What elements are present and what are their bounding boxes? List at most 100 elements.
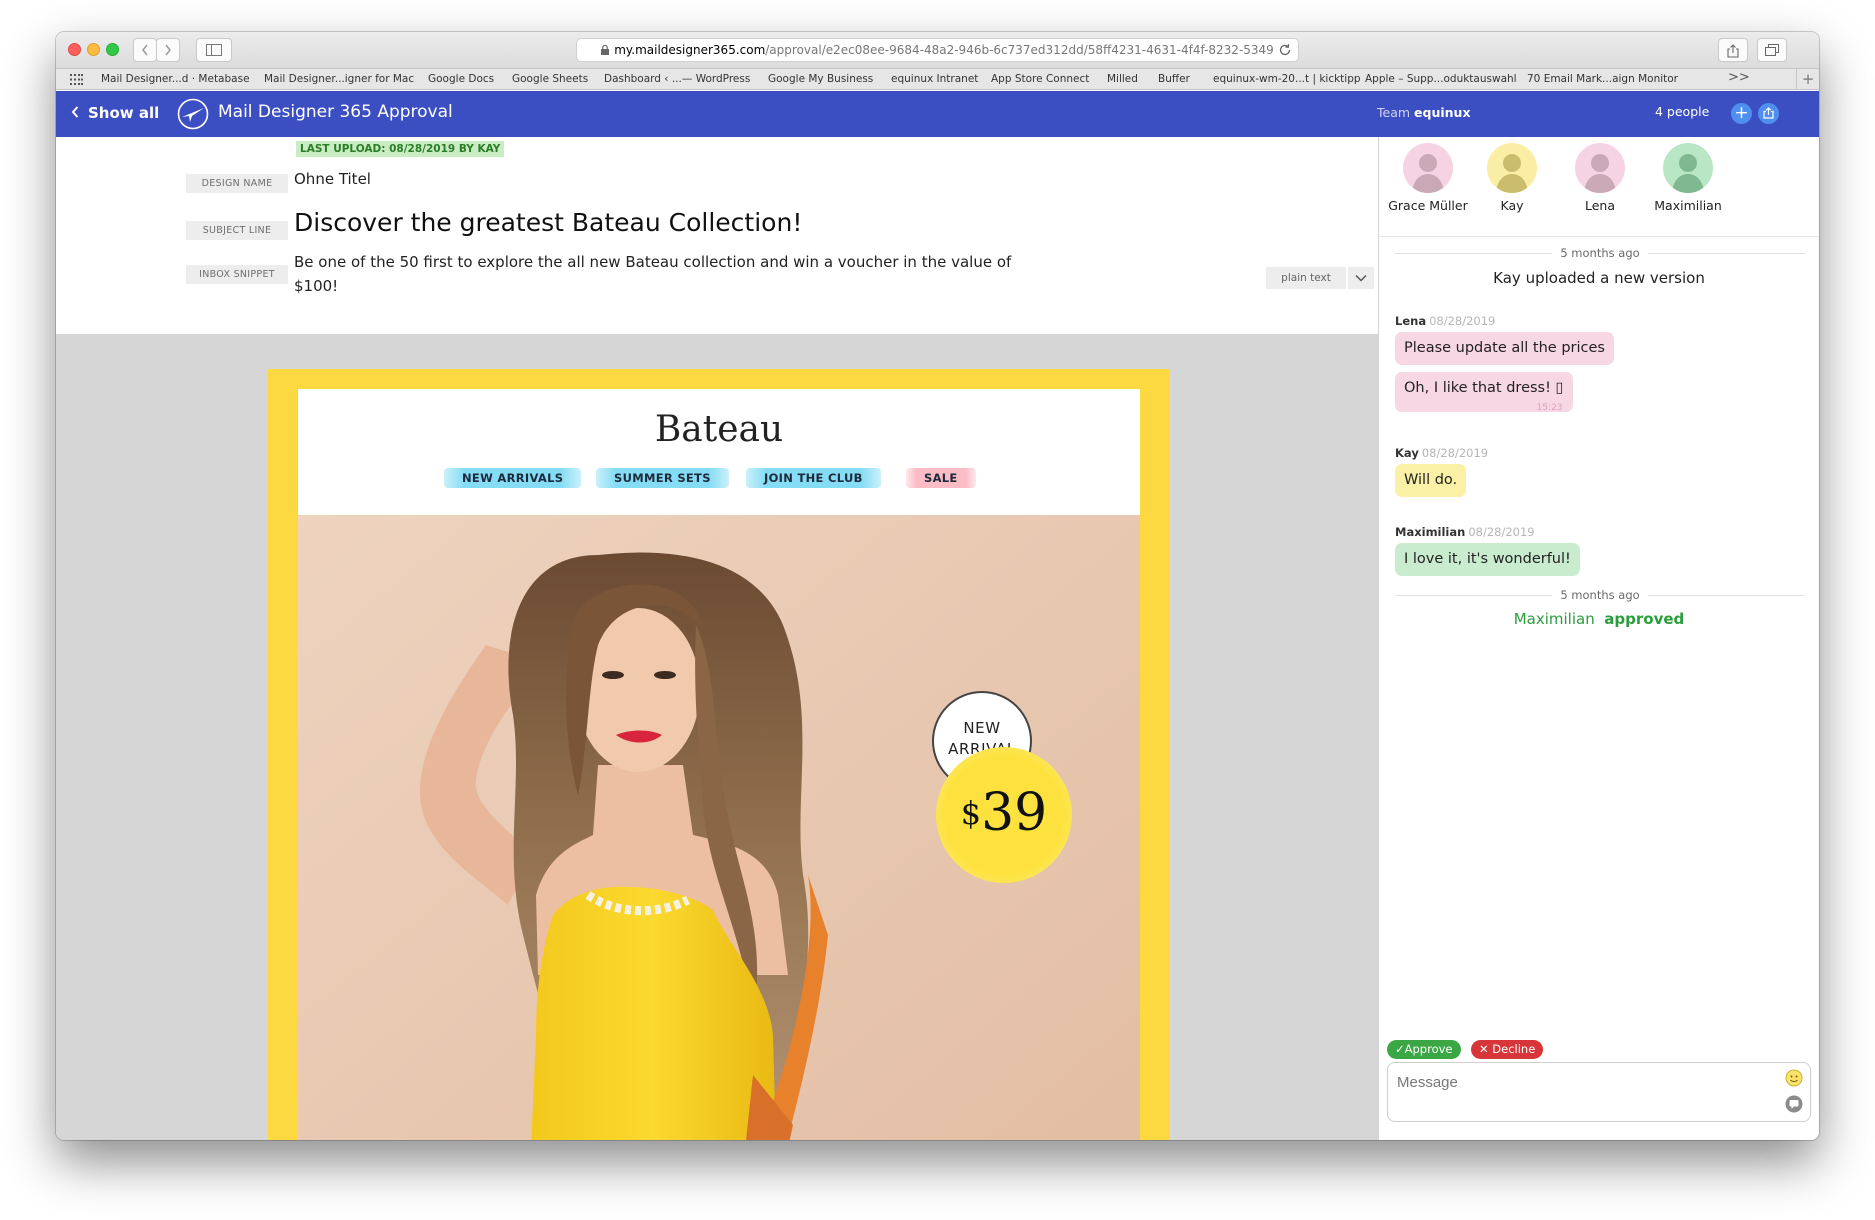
participant-grace[interactable]: Grace Müller [1383,143,1473,213]
approval-status: Maximilian approved [1379,610,1819,628]
chevron-left-icon [142,44,148,56]
sidebar-toggle-button[interactable] [196,38,232,62]
bookmark-item[interactable]: Buffer [1158,73,1190,85]
preview-mode-dropdown[interactable] [1348,267,1374,289]
email-header: Bateau NEW ARRIVALS SUMMER SETS JOIN THE… [298,389,1140,515]
zoom-window-button[interactable] [106,43,119,56]
message-date: 08/28/2019 [1429,314,1496,328]
show-all-button[interactable]: Show all [71,104,159,122]
participants-list: Grace Müller Kay Lena Maximilian [1379,137,1819,237]
approver-name: Maximilian [1513,610,1595,628]
avatar [1663,143,1713,193]
bookmark-item[interactable]: Milled [1107,73,1138,85]
plain-text-button[interactable]: plain text [1266,267,1346,289]
tabs-icon [1765,44,1779,56]
message-author: Maximilian 08/28/2019 [1395,525,1535,539]
separator-label: 5 months ago [1552,588,1648,602]
person-silhouette-icon [1496,154,1528,193]
bookmark-item[interactable]: 70 Email Mark...aign Monitor [1527,73,1678,85]
badge-line-new: NEW [963,719,1001,737]
email-preview-area[interactable]: Bateau NEW ARRIVALS SUMMER SETS JOIN THE… [56,335,1378,1140]
participant-lena[interactable]: Lena [1555,143,1645,213]
price-currency: $ [960,794,982,832]
person-silhouette-icon [1412,154,1444,193]
message-bubble: I love it, it's wonderful! [1395,543,1580,576]
approve-button[interactable]: ✓Approve [1387,1040,1461,1059]
approval-sidebar: Grace Müller Kay Lena Maximilian 5 month… [1378,137,1819,1140]
price-badge: $39 [936,747,1072,883]
inbox-snippet-value: Be one of the 50 first to explore the al… [294,253,1012,295]
participant-name: Lena [1584,198,1616,213]
nav-join-the-club[interactable]: JOIN THE CLUB [746,468,881,488]
message-composer [1387,1062,1811,1122]
apps-grid-icon[interactable] [70,74,83,85]
bookmark-item[interactable]: equinux-wm-20...t | kicktipp [1213,73,1361,85]
chevron-left-icon [71,106,79,118]
participant-maximilian[interactable]: Maximilian [1643,143,1733,213]
subject-line-label: SUBJECT LINE [186,221,288,240]
bookmark-item[interactable]: App Store Connect [991,73,1089,85]
design-name-label: DESIGN NAME [186,174,288,193]
message-date: 08/28/2019 [1468,525,1535,539]
person-silhouette-icon [1584,154,1616,193]
chevron-right-icon [165,44,171,56]
team-prefix: Team [1377,105,1411,120]
nav-sale[interactable]: SALE [906,468,976,488]
bookmark-item[interactable]: Apple – Supp...oduktauswahl [1365,73,1517,85]
app-header: Show all Mail Designer 365 Approval Team… [56,91,1819,137]
browser-toolbar: my.maildesigner365.com/approval/e2ec08ee… [56,32,1819,69]
message-date: 08/28/2019 [1421,446,1489,460]
participant-kay[interactable]: Kay [1467,143,1557,213]
design-name-value: Ohne Titel [294,170,371,188]
message-bubble: Please update all the prices [1395,332,1614,365]
time-separator: 5 months ago [1395,246,1805,260]
bookmarks-overflow-button[interactable]: >> [1728,70,1750,85]
address-bar[interactable]: my.maildesigner365.com/approval/e2ec08ee… [576,38,1299,62]
people-count[interactable]: 4 people [1655,104,1709,119]
separator-label: 5 months ago [1552,246,1648,260]
share-approval-button[interactable] [1758,103,1779,124]
avatar [1575,143,1625,193]
forward-button[interactable] [156,38,180,62]
avatar [1487,143,1537,193]
add-person-button[interactable]: + [1731,103,1752,124]
share-icon [1763,107,1774,119]
chat-bubble-icon[interactable] [1784,1094,1804,1114]
bookmark-item[interactable]: equinux Intranet [891,73,978,85]
bookmark-item[interactable]: Mail Designer...d · Metabase [101,73,250,85]
participant-name: Maximilian [1654,198,1722,213]
message-time: 15:23 [1536,403,1563,413]
brand-logo-text: Bateau [654,409,784,450]
tabs-overview-button[interactable] [1757,38,1787,62]
bookmarks-bar: Mail Designer...d · Metabase Mail Design… [56,69,1819,90]
back-button[interactable] [133,38,157,62]
design-info-panel: LAST UPLOAD: 08/28/2019 BY KAY DESIGN NA… [56,137,1378,335]
show-all-label: Show all [88,104,160,122]
team-label: Team equinux [1377,105,1471,120]
close-window-button[interactable] [68,43,81,56]
app-title: Mail Designer 365 Approval [218,102,453,122]
message-input[interactable] [1397,1071,1757,1093]
team-name: equinux [1414,105,1471,120]
share-button[interactable] [1718,38,1748,62]
decline-button[interactable]: ✕ Decline [1471,1040,1544,1059]
chevron-down-icon [1355,274,1367,282]
message-bubble: Will do. [1395,464,1467,497]
bookmark-item[interactable]: Google Docs [428,73,494,85]
share-icon [1727,44,1739,58]
author-name: Maximilian [1395,525,1466,539]
minimize-window-button[interactable] [87,43,100,56]
bookmark-item[interactable]: Google Sheets [512,73,588,85]
approval-word: approved [1604,610,1685,628]
bookmark-item[interactable]: Dashboard ‹ ...— WordPress [604,73,750,85]
emoji-icon[interactable] [1784,1068,1804,1088]
author-name: Kay [1395,446,1419,460]
nav-new-arrivals[interactable]: NEW ARRIVALS [444,468,582,488]
system-message-upload: Kay uploaded a new version [1493,269,1705,287]
subject-line-value: Discover the greatest Bateau Collection! [294,208,803,237]
bookmark-item[interactable]: Google My Business [768,73,873,85]
reload-icon[interactable] [1278,43,1292,57]
bookmark-item[interactable]: Mail Designer...igner for Mac [264,73,414,85]
nav-summer-sets[interactable]: SUMMER SETS [596,468,729,488]
new-tab-button[interactable]: + [1796,69,1819,89]
